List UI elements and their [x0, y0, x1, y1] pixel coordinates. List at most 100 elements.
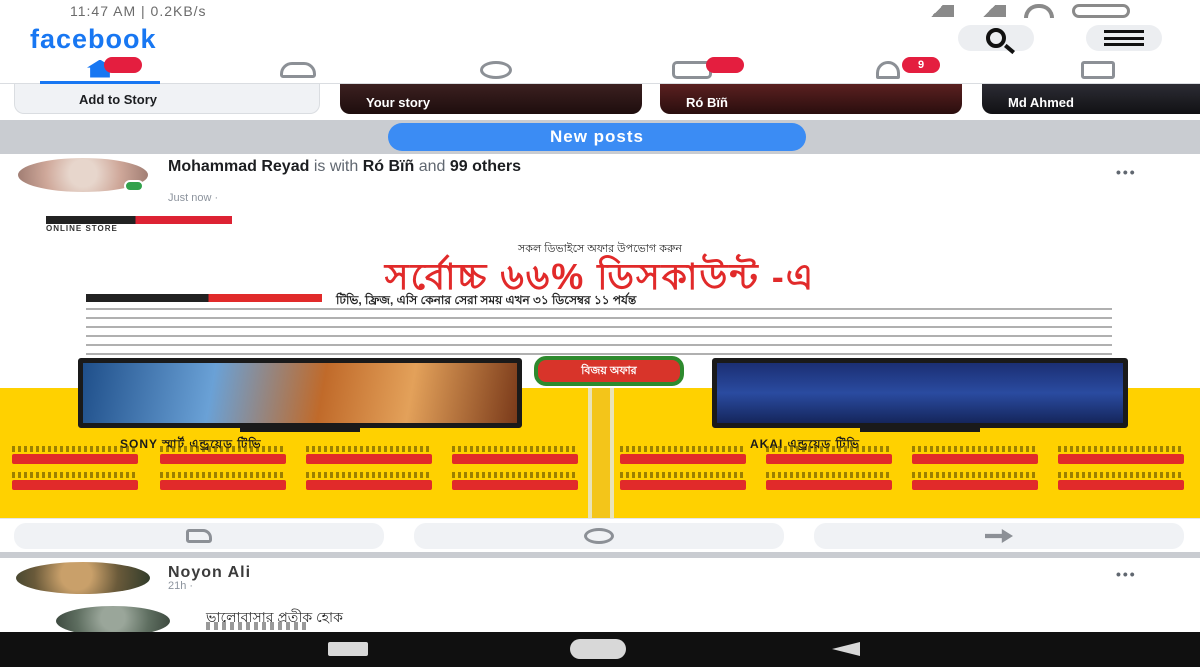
post-others[interactable]: 99 others — [450, 158, 521, 175]
price-label — [306, 472, 432, 478]
tab-marketplace[interactable] — [1038, 56, 1158, 84]
post-image-ad[interactable]: ONLINE STORE সকল ডিভাইসে অফার উপভোগ করুন… — [0, 210, 1200, 518]
feed-post: Noyon Ali 21h · ••• ভালোবাসার প্রতীক হোক — [0, 558, 1200, 632]
home-badge — [104, 57, 142, 73]
signal-icon-2 — [972, 5, 1006, 17]
tv-stand-right — [860, 428, 980, 432]
post-tagged[interactable]: Ró Bïñ — [363, 158, 415, 175]
price-chip — [452, 454, 578, 464]
ad-offer-badge: বিজয় অফার — [534, 356, 684, 386]
price-label — [452, 446, 578, 452]
post-meta: 21h · — [168, 580, 194, 592]
story-card[interactable]: Your story — [340, 84, 642, 114]
feed-post: Mohammad Reyad is with Ró Bïñ and 99 oth… — [0, 154, 1200, 552]
price-label — [306, 446, 432, 452]
price-chip — [452, 480, 578, 490]
tab-home[interactable] — [40, 56, 160, 84]
price-label — [12, 446, 138, 452]
price-label — [912, 472, 1038, 478]
recents-icon[interactable] — [328, 642, 368, 656]
app-header: facebook — [0, 24, 1200, 56]
price-label — [160, 472, 286, 478]
price-chip — [1058, 480, 1184, 490]
story-card[interactable]: Ró Bïñ — [660, 84, 962, 114]
signal-icon — [920, 5, 954, 17]
notifications-badge: 9 — [902, 57, 940, 73]
post-connector: is with — [309, 158, 363, 175]
price-chip — [620, 480, 746, 490]
back-icon[interactable] — [832, 642, 860, 656]
price-chip — [1058, 454, 1184, 464]
status-icons — [920, 4, 1130, 18]
price-chip — [766, 480, 892, 490]
like-button[interactable] — [14, 523, 384, 549]
stories-strip: Add to Story Your story Ró Bïñ Md Ahmed — [0, 84, 1200, 118]
price-chip — [12, 480, 138, 490]
post-more-button[interactable]: ••• — [1116, 164, 1137, 180]
price-chip — [160, 480, 286, 490]
post-more-button[interactable]: ••• — [1116, 566, 1137, 582]
marketplace-icon — [1081, 61, 1115, 79]
price-label — [12, 472, 138, 478]
tab-watch[interactable] — [632, 56, 752, 84]
price-chip — [912, 454, 1038, 464]
ad-divider — [588, 388, 614, 518]
status-bar: 11:47 AM | 0.2KB/s — [0, 0, 1200, 24]
price-label — [620, 472, 746, 478]
price-chip — [912, 480, 1038, 490]
comment-button[interactable] — [414, 523, 784, 549]
ad-logo-bar — [46, 216, 232, 224]
ad-store-logo: ONLINE STORE — [46, 216, 232, 234]
share-button[interactable] — [814, 523, 1184, 549]
ad-pill — [86, 294, 322, 302]
ad-logo-text: ONLINE STORE — [46, 224, 118, 233]
price-label — [912, 446, 1038, 452]
post-action-bar — [0, 518, 1200, 552]
story-label: Md Ahmed — [1008, 95, 1074, 110]
nav-tabs: 9 — [0, 56, 1200, 84]
wifi-icon — [1024, 4, 1054, 18]
post-and: and — [414, 158, 450, 175]
post-meta: Just now · — [168, 192, 219, 204]
search-button[interactable] — [958, 25, 1034, 51]
battery-icon — [1072, 4, 1130, 18]
story-card[interactable]: Md Ahmed — [982, 84, 1200, 114]
tab-messenger[interactable] — [436, 56, 556, 84]
price-label — [1058, 446, 1184, 452]
post-title: Mohammad Reyad is with Ró Bïñ and 99 oth… — [168, 158, 988, 175]
price-chip — [766, 454, 892, 464]
tv-image-left — [78, 358, 522, 428]
new-posts-button[interactable]: New posts — [388, 123, 806, 151]
price-label — [1058, 472, 1184, 478]
tab-notifications[interactable]: 9 — [828, 56, 948, 84]
price-chip — [306, 454, 432, 464]
post-author[interactable]: Mohammad Reyad — [168, 158, 309, 175]
status-time: 11:47 AM | 0.2KB/s — [70, 3, 207, 19]
tab-friends[interactable] — [238, 56, 358, 84]
add-to-story-button[interactable]: Add to Story — [14, 84, 320, 114]
shared-avatar[interactable] — [56, 606, 170, 632]
tv-stand-left — [240, 428, 360, 432]
online-indicator — [124, 180, 144, 192]
price-label — [620, 446, 746, 452]
share-icon — [985, 529, 1013, 543]
price-chip — [12, 454, 138, 464]
tv-image-right — [712, 358, 1128, 428]
price-label — [160, 446, 286, 452]
comment-icon — [584, 528, 614, 544]
price-chip — [620, 454, 746, 464]
menu-button[interactable] — [1086, 25, 1162, 51]
menu-icon — [1104, 30, 1144, 46]
home-pill-icon[interactable] — [570, 639, 626, 659]
android-nav-bar — [0, 632, 1200, 667]
post-subtext — [206, 622, 310, 630]
search-icon — [986, 28, 1006, 48]
avatar[interactable] — [16, 562, 150, 594]
price-chip — [306, 480, 432, 490]
watch-badge — [706, 57, 744, 73]
like-icon — [186, 529, 212, 543]
facebook-logo[interactable]: facebook — [30, 24, 157, 55]
add-to-story-label: Add to Story — [79, 92, 157, 107]
friends-icon — [280, 62, 316, 78]
ad-body-text — [86, 308, 1112, 360]
